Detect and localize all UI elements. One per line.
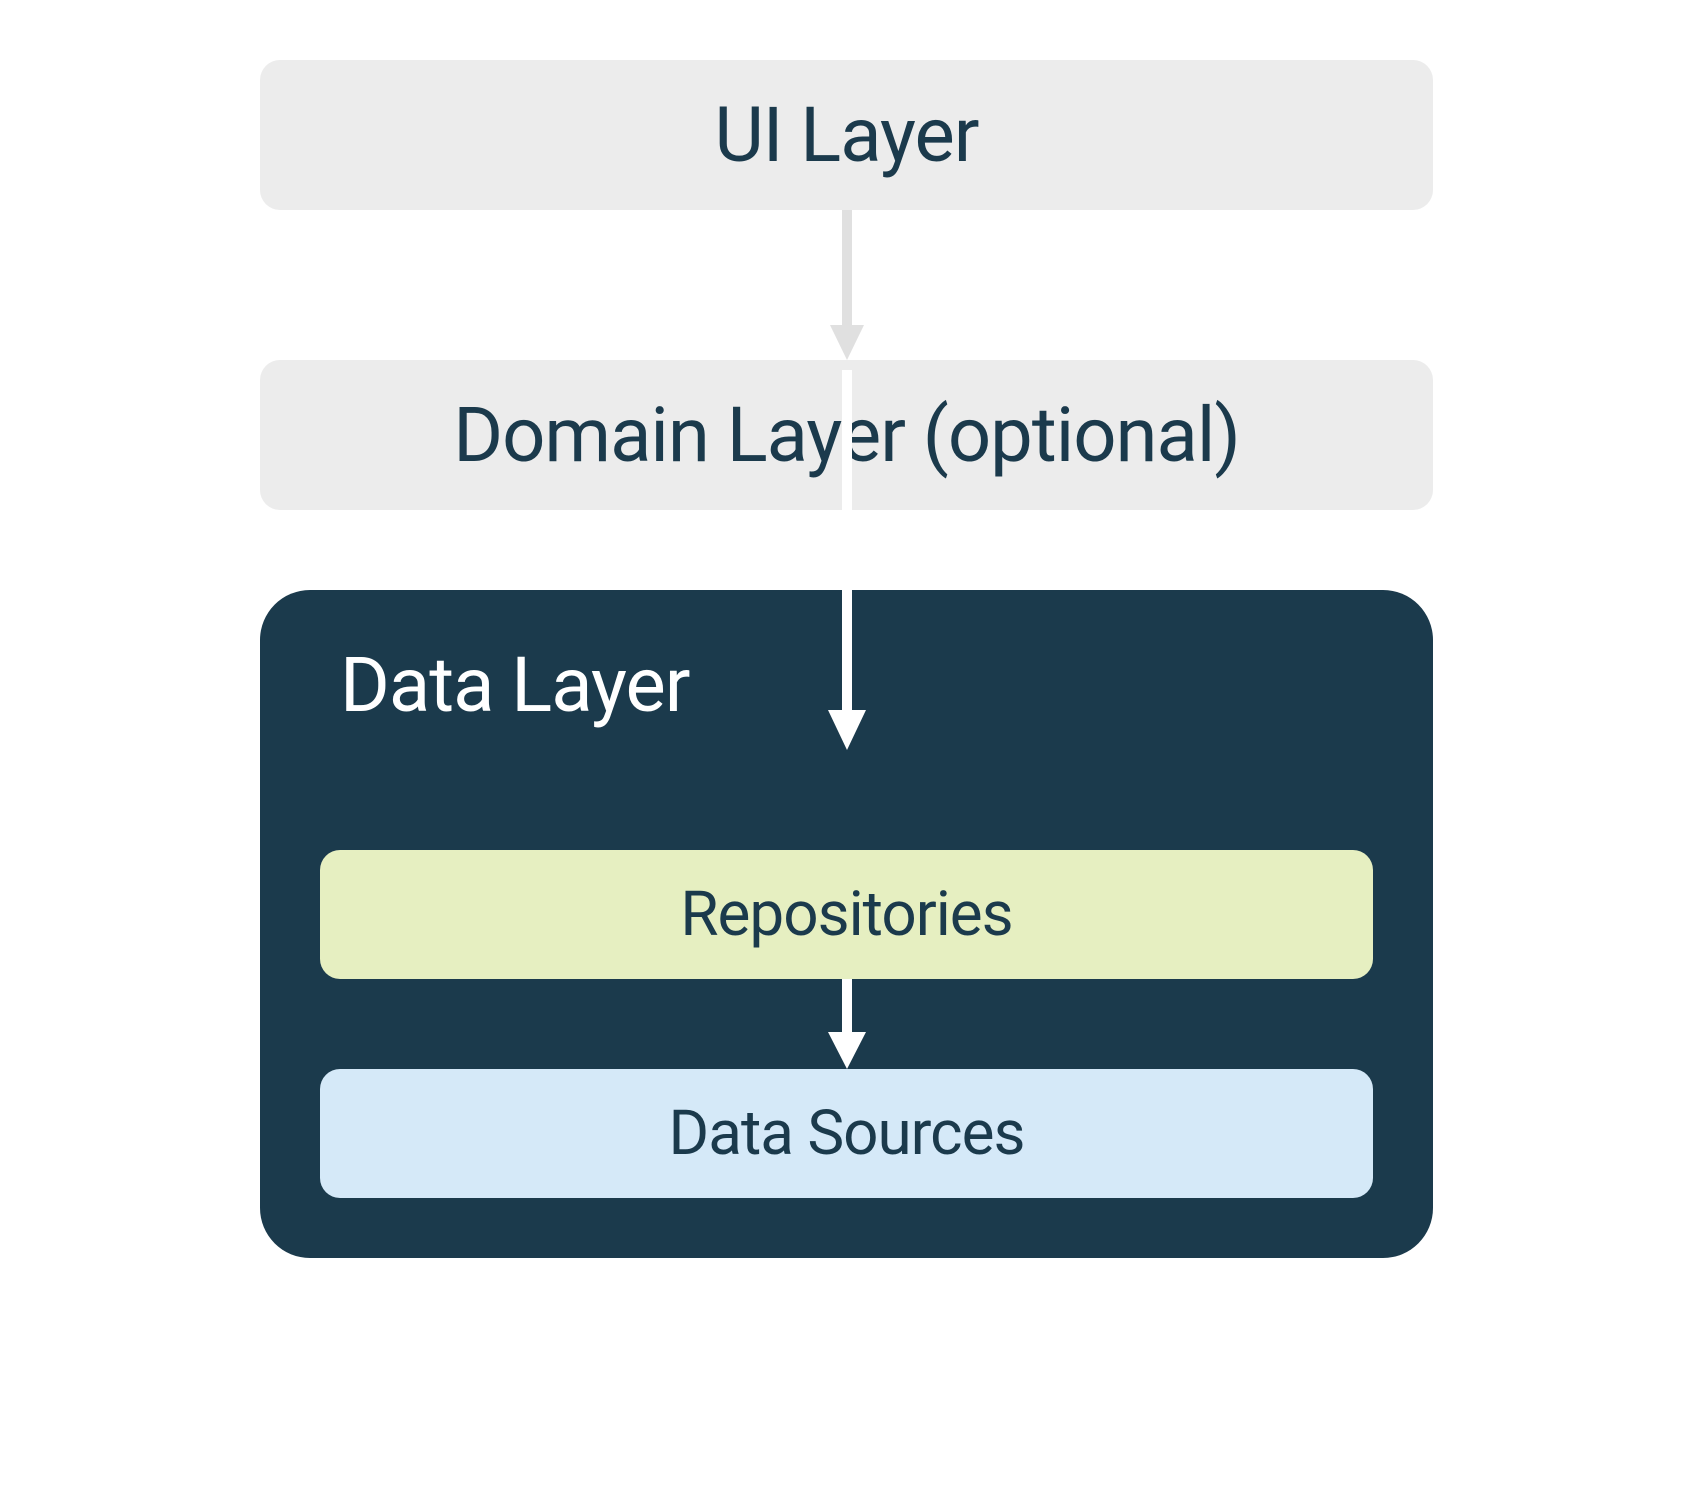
arrow-down-icon — [822, 370, 872, 770]
arrow-repositories-to-datasources — [320, 979, 1373, 1069]
arrow-domain-to-data-top — [260, 510, 1433, 630]
ui-layer-box: UI Layer — [260, 60, 1433, 210]
repositories-box: Repositories — [320, 850, 1373, 979]
arrow-down-icon — [822, 210, 872, 360]
ui-layer-label: UI Layer — [714, 90, 978, 180]
repositories-label: Repositories — [680, 878, 1012, 951]
data-sources-label: Data Sources — [669, 1097, 1025, 1170]
data-sources-box: Data Sources — [320, 1069, 1373, 1198]
arrow-ui-to-domain — [260, 210, 1433, 360]
arrow-down-icon — [822, 979, 872, 1069]
data-layer-body: Repositories Data Sources — [320, 850, 1373, 1198]
